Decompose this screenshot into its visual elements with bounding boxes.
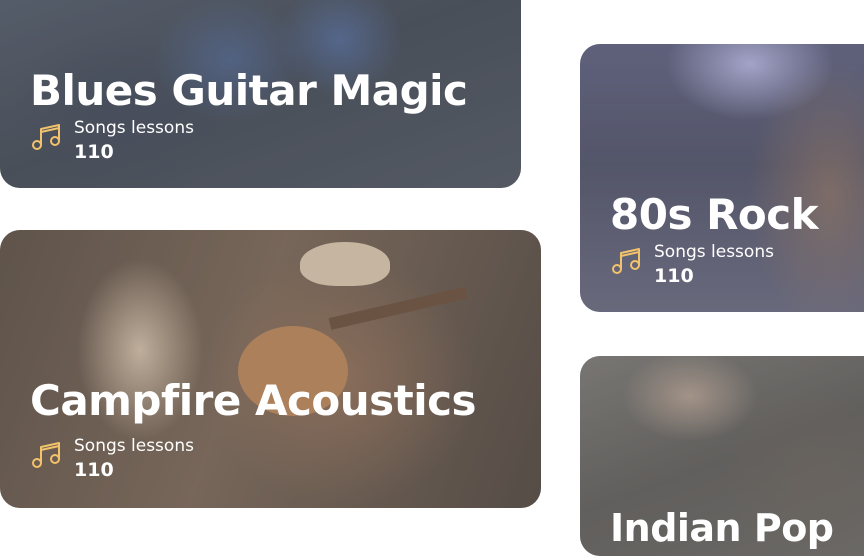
card-title: Indian Pop xyxy=(610,506,834,550)
music-note-icon xyxy=(32,442,60,468)
card-lessons-label: Songs lessons xyxy=(74,118,194,138)
card-80s-rock[interactable]: 80s Rock Songs lessons 110 xyxy=(580,44,864,312)
card-meta: Songs lessons 110 xyxy=(30,436,194,484)
card-title: 80s Rock xyxy=(610,190,819,239)
card-meta: Songs lessons 110 xyxy=(30,118,194,166)
card-title: Blues Guitar Magic xyxy=(30,66,468,115)
card-meta: Songs lessons 110 xyxy=(610,242,774,290)
card-lessons-count: 110 xyxy=(74,141,114,163)
card-lessons-count: 110 xyxy=(654,265,694,287)
card-lessons-count: 110 xyxy=(74,459,114,481)
card-campfire-acoustics[interactable]: Campfire Acoustics Songs lessons 110 xyxy=(0,230,541,508)
card-blues-guitar-magic[interactable]: Blues Guitar Magic Songs lessons 110 xyxy=(0,0,521,188)
music-note-icon xyxy=(612,248,640,274)
music-note-icon xyxy=(32,124,60,150)
card-lessons-label: Songs lessons xyxy=(654,242,774,262)
card-lessons-label: Songs lessons xyxy=(74,436,194,456)
card-indian-pop[interactable]: Indian Pop xyxy=(580,356,864,556)
card-title: Campfire Acoustics xyxy=(30,376,477,425)
